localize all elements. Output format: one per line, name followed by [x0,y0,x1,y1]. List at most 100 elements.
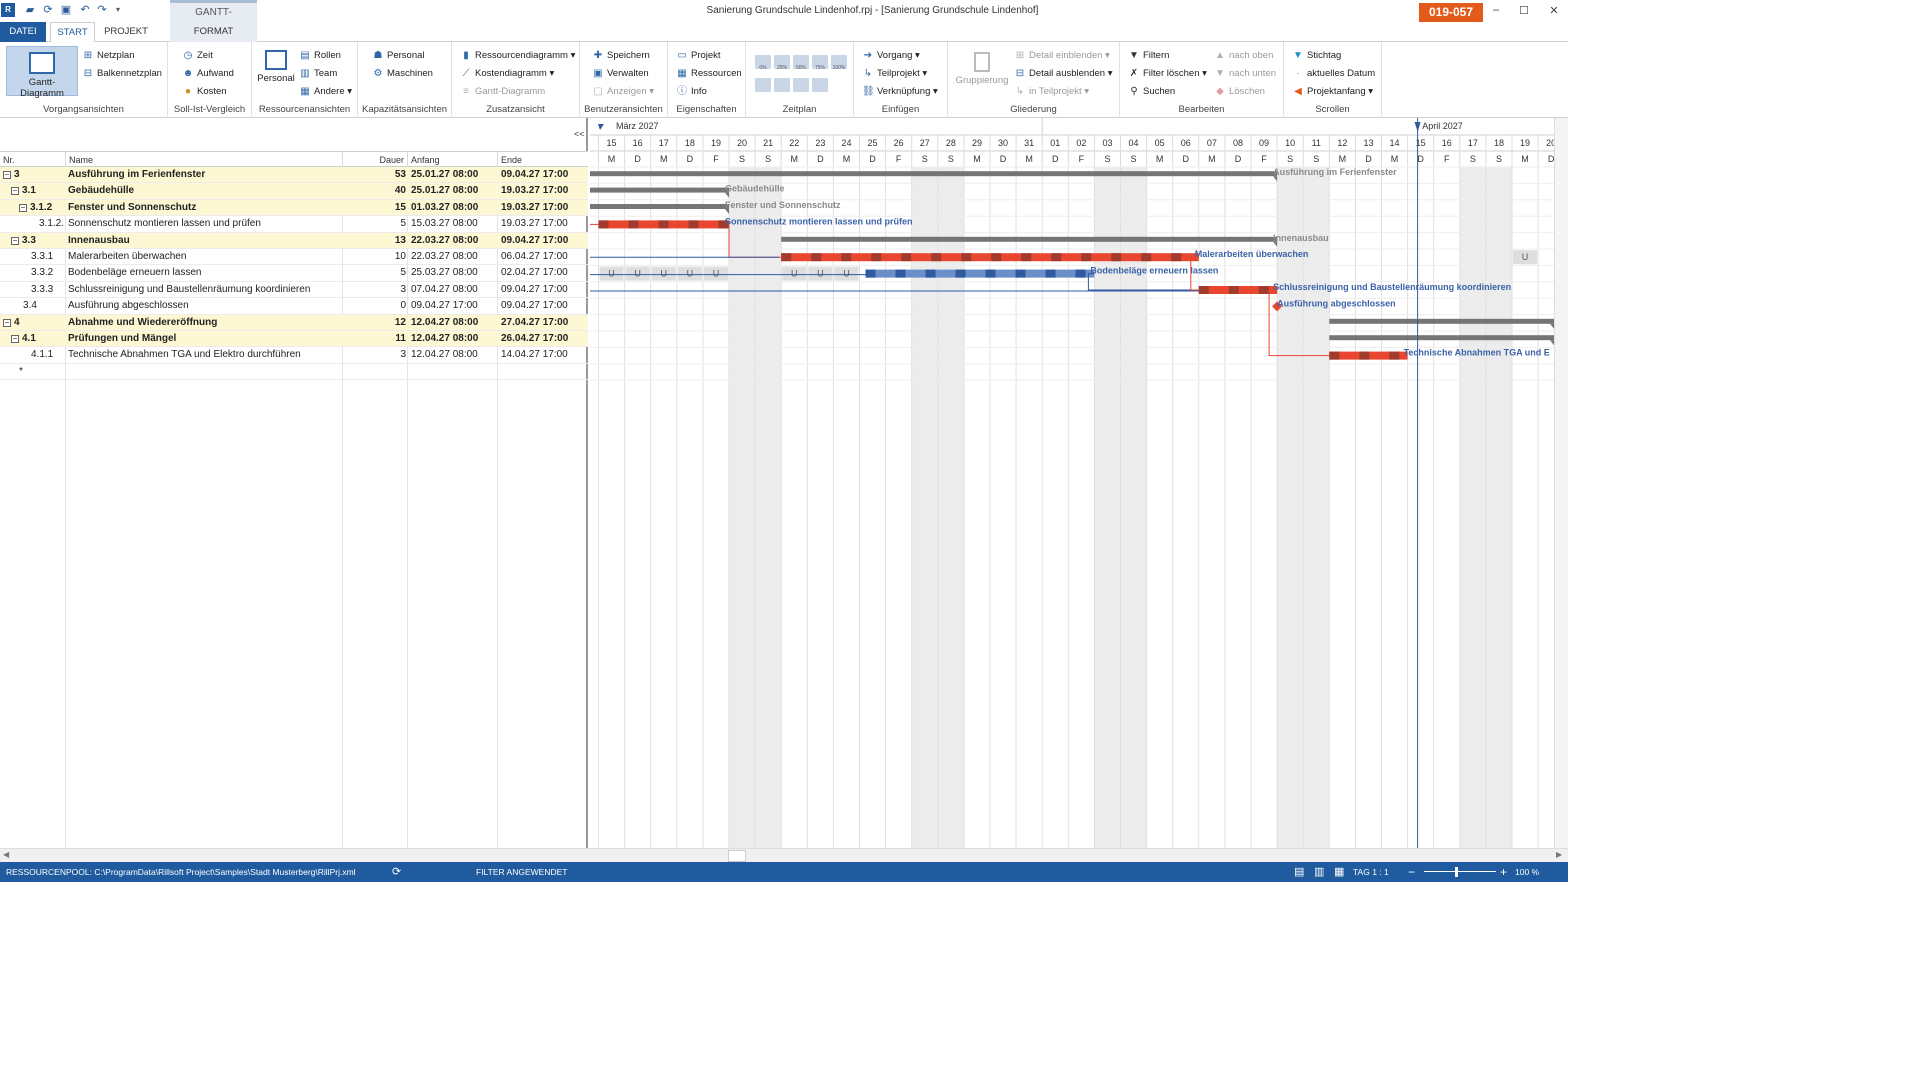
cell-anfang[interactable]: 15.03.27 08:00 [411,216,497,232]
filter-loeschen-dropdown[interactable]: ✗ Filter löschen ▾ [1128,66,1207,82]
cell-name[interactable]: Technische Abnahmen TGA und Elektro durc… [68,347,342,363]
cell-anfang[interactable]: 07.04.27 08:00 [411,282,497,298]
gruppierung-button[interactable]: Gruppierung [952,50,1012,94]
progress-0-button[interactable]: 0% [755,55,771,71]
cell-nr[interactable]: 3.1.2. [3,216,65,232]
netzplan-button[interactable]: ⊞ Netzplan [82,48,135,64]
tab-projekt[interactable]: PROJEKT [100,22,152,42]
anzeigen-dropdown[interactable]: ▢ Anzeigen ▾ [592,84,654,100]
table-row[interactable]: * [0,364,588,381]
kapazitaet-personal-button[interactable]: ☗ Personal [372,48,425,64]
view-split-icon[interactable]: ▥ [1314,862,1324,882]
table-row[interactable]: 4.1.1 Technische Abnahmen TGA und Elektro… [0,347,588,364]
maximize-button[interactable]: ☐ [1514,4,1534,17]
schedule-split-icon[interactable] [812,78,828,92]
summary-bar[interactable] [590,204,729,209]
table-row[interactable]: −4.1 Prüfungen und Mängel 11 12.04.27 08:00… [0,331,588,348]
column-header-nr[interactable]: Nr. [0,152,66,168]
cell-name[interactable]: Ausführung im Ferienfenster [68,167,342,183]
cell-dauer[interactable]: 15 [344,200,406,216]
cell-name[interactable]: Prüfungen und Mängel [68,331,342,347]
kosten-button[interactable]: ● Kosten [182,84,227,100]
teilprojekt-dropdown[interactable]: ↳ Teilprojekt ▾ [862,66,927,82]
team-button[interactable]: ▥ Team [299,66,337,82]
in-teilprojekt-dropdown[interactable]: ↳ in Teilprojekt ▾ [1014,84,1089,100]
projektanfang-dropdown[interactable]: ◀ Projektanfang ▾ [1292,84,1373,100]
stichtag-button[interactable]: ▼ Stichtag [1292,48,1341,64]
vorgang-dropdown[interactable]: ➔ Vorgang ▾ [862,48,920,64]
table-row[interactable]: −3.1.2 Fenster und Sonnenschutz 15 01.03.27… [0,199,588,217]
zeit-button[interactable]: ◷ Zeit [182,48,213,64]
collapse-toggle-icon[interactable]: − [3,171,11,179]
cell-ende[interactable]: 06.04.27 17:00 [501,249,587,265]
cell-nr[interactable]: −3.3 [3,233,65,249]
cell-anfang[interactable]: 25.01.27 08:00 [411,167,497,183]
zoom-slider-thumb[interactable] [1455,867,1458,877]
cell-ende[interactable]: 19.03.27 17:00 [501,183,587,199]
cell-ende[interactable]: 02.04.27 17:00 [501,265,587,281]
view-calendar-icon[interactable]: ▦ [1334,862,1344,882]
nach-oben-button[interactable]: ▲ nach oben [1214,48,1273,64]
ressourcen-properties-button[interactable]: ▦ Ressourcen [676,66,741,82]
summary-bar[interactable] [1329,335,1554,341]
cell-dauer[interactable]: 40 [344,183,406,199]
cell-anfang[interactable]: 12.04.27 08:00 [411,331,497,347]
cell-nr[interactable]: 3.3.3 [3,282,65,298]
schedule-unlink-icon[interactable] [793,78,809,92]
cell-ende[interactable]: 19.03.27 17:00 [501,216,587,232]
collapse-toggle-icon[interactable]: − [11,335,19,343]
close-button[interactable]: ✕ [1544,4,1564,17]
cell-name[interactable]: Malerarbeiten überwachen [68,249,342,265]
balkennetzplan-button[interactable]: ⊟ Balkennetzplan [82,66,162,82]
summary-bar[interactable] [590,187,729,193]
cell-nr[interactable]: 3.4 [3,298,65,314]
table-row[interactable]: −3 Ausführung im Ferienfenster 53 25.01.27 … [0,167,588,184]
filtern-button[interactable]: ▼ Filtern [1128,48,1169,64]
detail-ausblenden-dropdown[interactable]: ⊟ Detail ausblenden ▾ [1014,66,1113,82]
cell-ende[interactable]: 26.04.27 17:00 [501,331,587,347]
verknuepfung-dropdown[interactable]: ⛓ Verknüpfung ▾ [862,84,938,100]
zoom-in-button[interactable]: + [1500,862,1507,882]
zusatz-gantt-button[interactable]: ≡ Gantt-Diagramm [460,84,545,100]
collapse-toggle-icon[interactable]: − [11,187,19,196]
cell-dauer[interactable]: 53 [344,167,406,183]
table-row[interactable]: 3.3.3 Schlussreinigung und Baustellenräum… [0,282,588,299]
projekt-properties-button[interactable]: ▭ Projekt [676,48,720,64]
cell-dauer[interactable]: 3 [344,347,406,363]
table-row[interactable]: 3.3.1 Malerarbeiten überwachen 10 22.03.27 … [0,249,588,266]
kostendiagramm-dropdown[interactable]: ⟋ Kostendiagramm ▾ [460,66,555,82]
cell-dauer[interactable]: 10 [344,249,406,265]
ressourcendiagramm-dropdown[interactable]: ▮ Ressourcendiagramm ▾ [460,48,575,64]
andere-dropdown[interactable]: ▦ Andere ▾ [299,84,352,100]
minimize-button[interactable]: – [1486,4,1506,16]
cell-anfang[interactable] [411,364,497,380]
summary-bar[interactable] [1329,318,1554,324]
tab-start[interactable]: START [50,22,95,43]
cell-nr[interactable]: 3.3.1 [3,249,65,265]
cell-ende[interactable]: 09.04.27 17:00 [501,298,587,314]
cell-name[interactable]: Fenster und Sonnenschutz [68,200,342,216]
column-header-anfang[interactable]: Anfang [408,152,498,168]
table-row[interactable]: 3.3.2 Bodenbeläge erneuern lassen 5 25.03.2… [0,265,588,282]
progress-50-button[interactable]: 50% [793,55,809,71]
scroll-right-icon[interactable]: ▶ [1556,850,1562,859]
cell-anfang[interactable]: 09.04.27 17:00 [411,298,497,314]
speichern-button[interactable]: ✚ Speichern [592,48,650,64]
cell-name[interactable] [68,364,342,380]
tab-format[interactable]: FORMAT [170,22,257,42]
maschinen-button[interactable]: ⚙ Maschinen [372,66,433,82]
personal-view-button[interactable]: Personal [256,48,296,92]
table-row[interactable]: −4 Abnahme und Wiedereröffnung 12 12.04.27 … [0,314,588,331]
horizontal-scrollbar[interactable]: ◀ ▶ [0,848,1568,862]
cell-ende[interactable]: 27.04.27 17:00 [501,315,587,331]
horizontal-scroll-thumb[interactable] [728,850,746,862]
view-normal-icon[interactable]: ▤ [1294,862,1304,882]
cell-dauer[interactable]: 5 [344,265,406,281]
cell-name[interactable]: Sonnenschutz montieren lassen und prüfen [68,216,342,232]
cell-nr[interactable]: −3.1 [3,183,65,199]
cell-dauer[interactable]: 12 [344,315,406,331]
cell-ende[interactable]: 19.03.27 17:00 [501,200,587,216]
nach-unten-button[interactable]: ▼ nach unten [1214,66,1276,82]
cell-anfang[interactable]: 12.04.27 08:00 [411,347,497,363]
cell-anfang[interactable]: 22.03.27 08:00 [411,233,497,249]
